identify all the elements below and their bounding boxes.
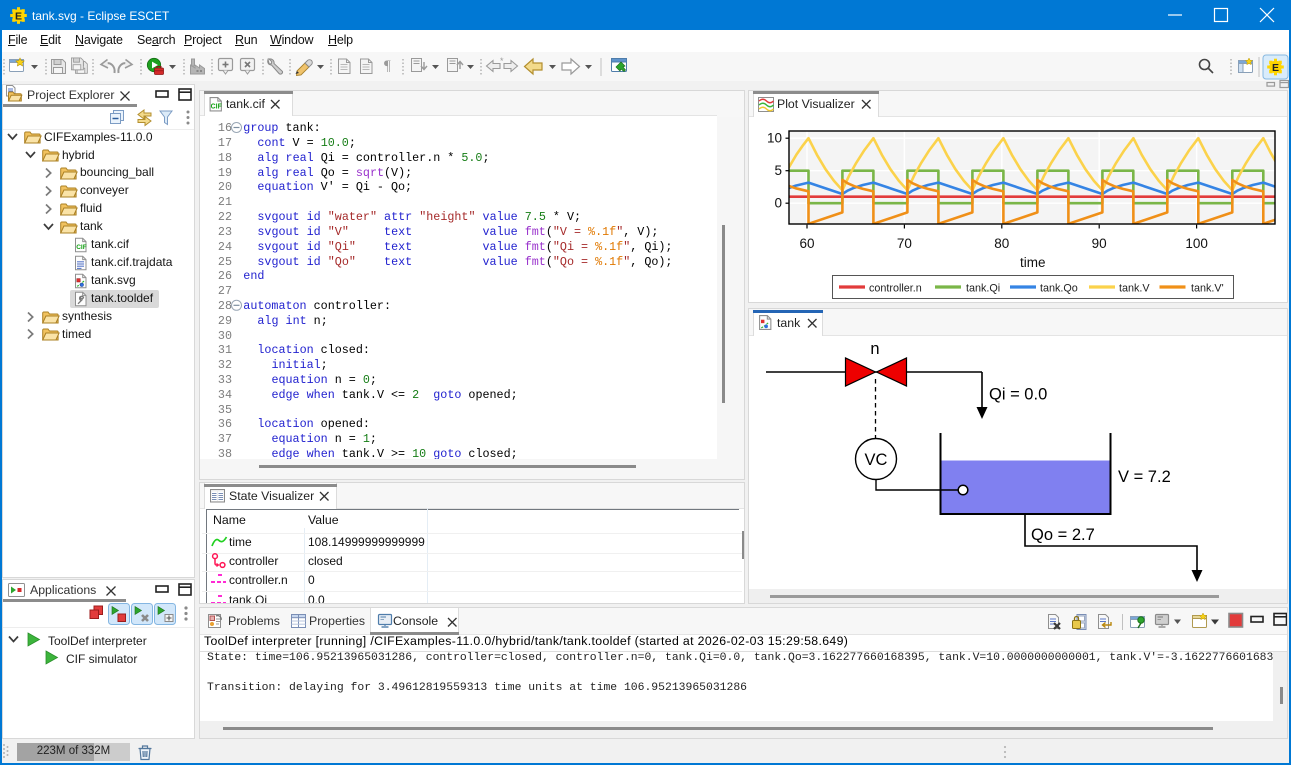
- svg-text:10: 10: [767, 131, 782, 146]
- svg-text:V = 7.2: V = 7.2: [1118, 468, 1171, 486]
- svg-text:¶: ¶: [384, 58, 391, 74]
- svg-text:60: 60: [799, 236, 814, 251]
- svg-text:tank.Qo: tank.Qo: [1040, 283, 1078, 295]
- svg-text:n: n: [870, 340, 879, 358]
- svg-text:E: E: [15, 10, 22, 22]
- svg-text:100: 100: [1185, 236, 1208, 251]
- svg-text:Qo = 2.7: Qo = 2.7: [1031, 526, 1095, 544]
- svg-text:70: 70: [897, 236, 912, 251]
- svg-text:0: 0: [774, 196, 782, 211]
- svg-text:time: time: [1020, 255, 1046, 270]
- svg-text:80: 80: [994, 236, 1009, 251]
- svg-text:CIF: CIF: [76, 243, 87, 250]
- svg-text:90: 90: [1092, 236, 1107, 251]
- svg-text:CIF: CIF: [211, 103, 222, 110]
- svg-text:Qi = 0.0: Qi = 0.0: [989, 386, 1047, 404]
- svg-text:E: E: [1272, 62, 1279, 74]
- svg-text:controller.n: controller.n: [869, 283, 922, 295]
- svg-text:*: *: [500, 56, 504, 66]
- svg-text:tank.Qi: tank.Qi: [966, 283, 1000, 295]
- svg-text:5: 5: [774, 163, 782, 178]
- svg-text:VC: VC: [865, 451, 888, 469]
- svg-text:tank.V: tank.V: [1119, 283, 1150, 295]
- svg-text:tank.V': tank.V': [1191, 283, 1224, 295]
